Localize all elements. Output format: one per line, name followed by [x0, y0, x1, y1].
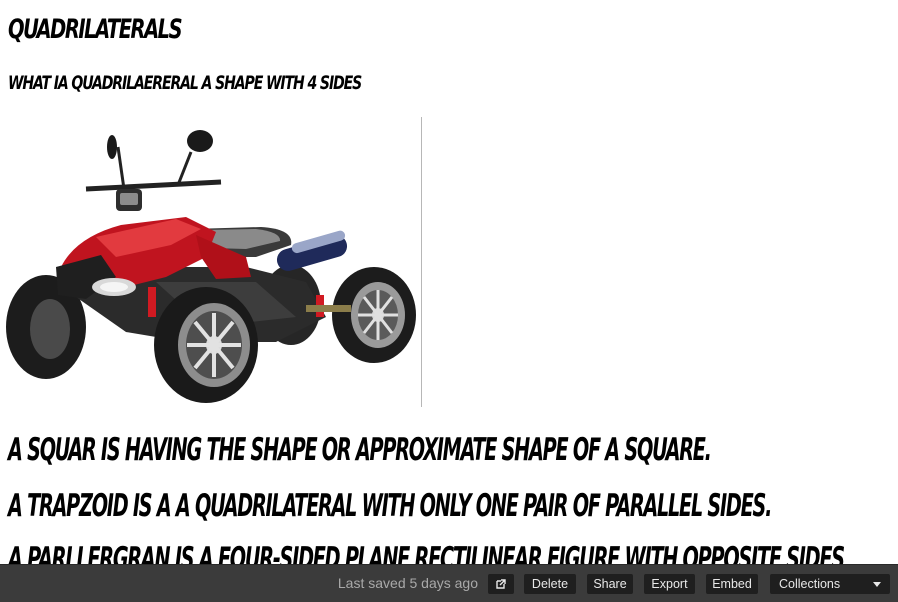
- collections-label: Collections: [779, 577, 841, 591]
- page-subtitle: what ia quadrilaereral a shape with 4 si…: [8, 72, 362, 94]
- text-line: A trapzoid is a a quadrilateral with onl…: [8, 488, 772, 524]
- collections-dropdown[interactable]: Collections: [770, 574, 890, 594]
- atv-image: [6, 117, 421, 407]
- bottom-toolbar: Last saved 5 days ago Delete Share Expor…: [0, 564, 898, 602]
- open-external-button[interactable]: [488, 574, 514, 594]
- embed-button[interactable]: Embed: [706, 574, 758, 594]
- quad-bike-illustration: [6, 130, 416, 403]
- page-title: Quadrilaterals: [8, 14, 183, 45]
- save-status: Last saved 5 days ago: [337, 575, 478, 591]
- external-link-icon: [496, 579, 506, 589]
- share-button[interactable]: Share: [587, 574, 633, 594]
- export-button[interactable]: Export: [644, 574, 695, 594]
- chevron-down-icon: [873, 582, 881, 587]
- front-right-wheel: [154, 287, 258, 403]
- delete-button[interactable]: Delete: [524, 574, 576, 594]
- document-canvas: Quadrilaterals what ia quadrilaereral a …: [0, 0, 898, 602]
- image-divider: [421, 117, 422, 407]
- text-line: A squar is having the shape or approxima…: [8, 432, 712, 468]
- rear-right-wheel: [332, 267, 416, 363]
- handlebars: [85, 130, 222, 211]
